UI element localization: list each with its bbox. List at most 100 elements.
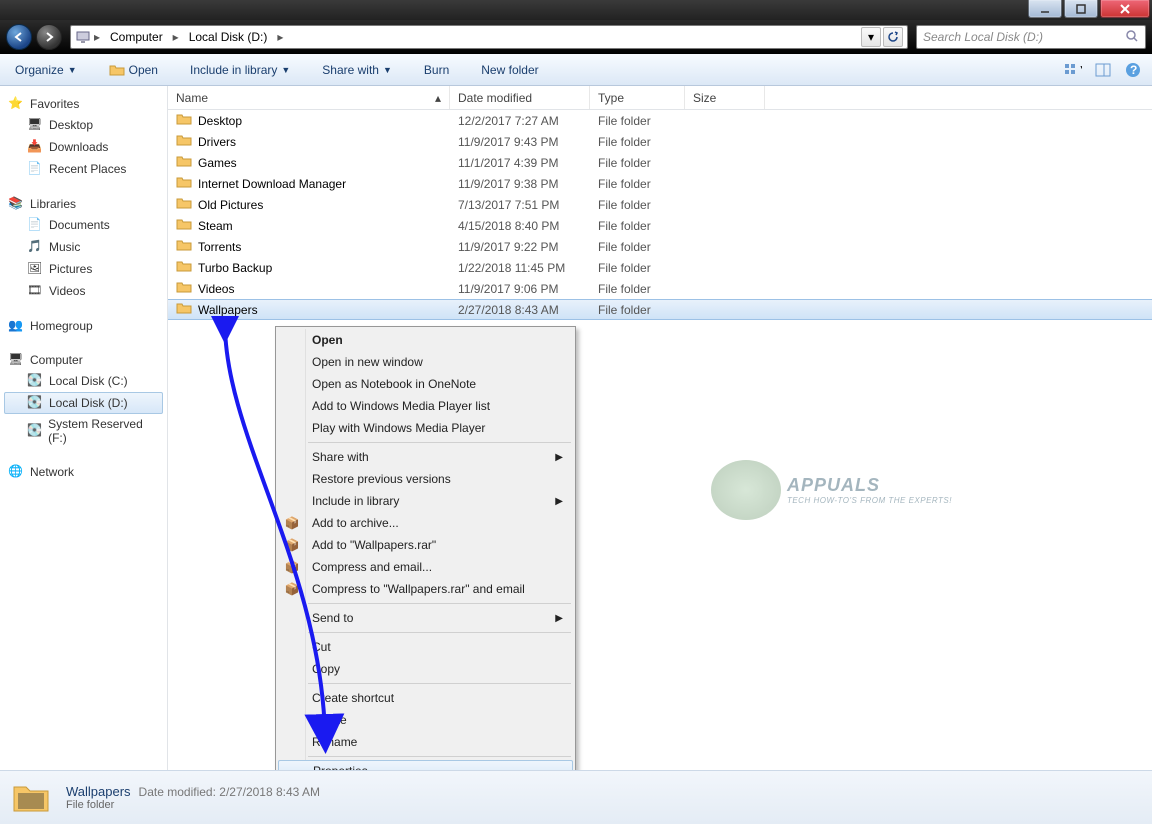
sidebar-item-pictures[interactable]: 🖼Pictures [4,258,163,280]
organize-menu[interactable]: Organize▼ [8,59,84,81]
maximize-button[interactable] [1064,0,1098,18]
col-type[interactable]: Type [590,86,685,109]
col-name[interactable]: Name▴ [168,86,450,109]
help-button[interactable]: ? [1122,59,1144,81]
include-library-menu[interactable]: Include in library▼ [183,59,297,81]
mascot-icon [711,460,781,520]
sidebar-favorites-head[interactable]: ⭐Favorites [4,94,163,114]
sidebar-item-recent[interactable]: 📄Recent Places [4,158,163,180]
burn-button[interactable]: Burn [417,59,456,81]
documents-icon: 📄 [27,217,43,233]
sidebar-item-videos[interactable]: 🎞Videos [4,280,163,302]
row-name: Internet Download Manager [198,177,346,191]
ctx-add-rar[interactable]: 📦Add to "Wallpapers.rar" [278,534,573,556]
view-menu[interactable]: ▼ [1062,59,1084,81]
sidebar-homegroup-head[interactable]: 👥Homegroup [4,316,163,336]
col-date[interactable]: Date modified [450,86,590,109]
row-type: File folder [590,219,685,233]
table-row[interactable]: Wallpapers 2/27/2018 8:43 AM File folder [168,299,1152,320]
context-menu: Open Open in new window Open as Notebook… [275,326,576,785]
table-row[interactable]: Drivers 11/9/2017 9:43 PM File folder [168,131,1152,152]
window-titlebar [0,0,1152,20]
folder-icon [176,279,192,298]
pictures-icon: 🖼 [27,261,43,277]
ctx-share-with[interactable]: Share with▶ [278,446,573,468]
ctx-send-to[interactable]: Send to▶ [278,607,573,629]
crumb-computer[interactable]: Computer [103,26,170,48]
table-row[interactable]: Steam 4/15/2018 8:40 PM File folder [168,215,1152,236]
sidebar-item-disk-c[interactable]: 💽Local Disk (C:) [4,370,163,392]
ctx-cut[interactable]: Cut [278,636,573,658]
winrar-icon: 📦 [284,537,300,553]
share-with-menu[interactable]: Share with▼ [315,59,399,81]
refresh-button[interactable] [883,27,903,47]
row-date: 12/2/2017 7:27 AM [450,114,590,128]
ctx-compress-email[interactable]: 📦Compress and email... [278,556,573,578]
row-date: 11/9/2017 9:06 PM [450,282,590,296]
ctx-play-wmp[interactable]: Play with Windows Media Player [278,417,573,439]
ctx-include-library[interactable]: Include in library▶ [278,490,573,512]
new-folder-button[interactable]: New folder [474,59,545,81]
table-row[interactable]: Torrents 11/9/2017 9:22 PM File folder [168,236,1152,257]
preview-pane-button[interactable] [1092,59,1114,81]
table-row[interactable]: Videos 11/9/2017 9:06 PM File folder [168,278,1152,299]
ctx-add-archive[interactable]: 📦Add to archive... [278,512,573,534]
col-size[interactable]: Size [685,86,765,109]
back-button[interactable] [6,24,32,50]
open-button[interactable]: Open [102,58,165,82]
details-pane: WallpapersDate modified: 2/27/2018 8:43 … [0,770,1152,824]
sidebar-item-documents[interactable]: 📄Documents [4,214,163,236]
ctx-copy[interactable]: Copy [278,658,573,680]
breadcrumb-dropdown[interactable]: ▾ [861,27,881,47]
svg-text:▼: ▼ [1078,63,1082,76]
forward-button[interactable] [36,24,62,50]
table-row[interactable]: Internet Download Manager 11/9/2017 9:38… [168,173,1152,194]
homegroup-icon: 👥 [8,318,24,334]
ctx-rename[interactable]: Rename [278,731,573,753]
ctx-open-new-window[interactable]: Open in new window [278,351,573,373]
submenu-arrow-icon: ▶ [555,452,563,463]
sidebar-item-downloads[interactable]: 📥Downloads [4,136,163,158]
sidebar-item-music[interactable]: 🎵Music [4,236,163,258]
open-folder-icon [109,62,125,78]
appuals-watermark: APPUALS TECH HOW-TO'S FROM THE EXPERTS! [711,460,952,520]
row-name: Torrents [198,240,241,254]
sidebar-network-head[interactable]: 🌐Network [4,462,163,482]
row-date: 4/15/2018 8:40 PM [450,219,590,233]
row-type: File folder [590,177,685,191]
sidebar-item-disk-f[interactable]: 💽System Reserved (F:) [4,414,163,448]
chevron-right-icon[interactable]: ▸ [170,30,182,44]
ctx-create-shortcut[interactable]: Create shortcut [278,687,573,709]
ctx-open-onenote[interactable]: Open as Notebook in OneNote [278,373,573,395]
submenu-arrow-icon: ▶ [555,613,563,624]
row-date: 2/27/2018 8:43 AM [450,303,590,317]
folder-large-icon [10,777,52,819]
sidebar-item-disk-d[interactable]: 💽Local Disk (D:) [4,392,163,414]
folder-icon [176,300,192,319]
table-row[interactable]: Old Pictures 7/13/2017 7:51 PM File fold… [168,194,1152,215]
winrar-icon: 📦 [284,559,300,575]
ctx-add-wmp[interactable]: Add to Windows Media Player list [278,395,573,417]
watermark-brand: APPUALS [787,475,880,495]
breadcrumb[interactable]: ▸ Computer ▸ Local Disk (D:) ▸ ▾ [70,25,908,49]
details-name: Wallpapers [66,784,131,799]
ctx-open[interactable]: Open [278,329,573,351]
table-row[interactable]: Turbo Backup 1/22/2018 11:45 PM File fol… [168,257,1152,278]
sidebar-computer-head[interactable]: 🖥Computer [4,350,163,370]
ctx-compress-rar-email[interactable]: 📦Compress to "Wallpapers.rar" and email [278,578,573,600]
crumb-localdisk[interactable]: Local Disk (D:) [182,26,275,48]
chevron-right-icon[interactable]: ▸ [274,30,286,44]
search-input[interactable]: Search Local Disk (D:) [916,25,1146,49]
ctx-restore-versions[interactable]: Restore previous versions [278,468,573,490]
sidebar-libraries-head[interactable]: 📚Libraries [4,194,163,214]
row-date: 11/9/2017 9:43 PM [450,135,590,149]
minimize-button[interactable] [1028,0,1062,18]
ctx-delete[interactable]: Delete [278,709,573,731]
table-row[interactable]: Desktop 12/2/2017 7:27 AM File folder [168,110,1152,131]
details-mod-value: 2/27/2018 8:43 AM [219,785,320,799]
sidebar-item-desktop[interactable]: 🖥Desktop [4,114,163,136]
chevron-right-icon[interactable]: ▸ [91,30,103,44]
table-row[interactable]: Games 11/1/2017 4:39 PM File folder [168,152,1152,173]
row-type: File folder [590,114,685,128]
close-button[interactable] [1100,0,1150,18]
